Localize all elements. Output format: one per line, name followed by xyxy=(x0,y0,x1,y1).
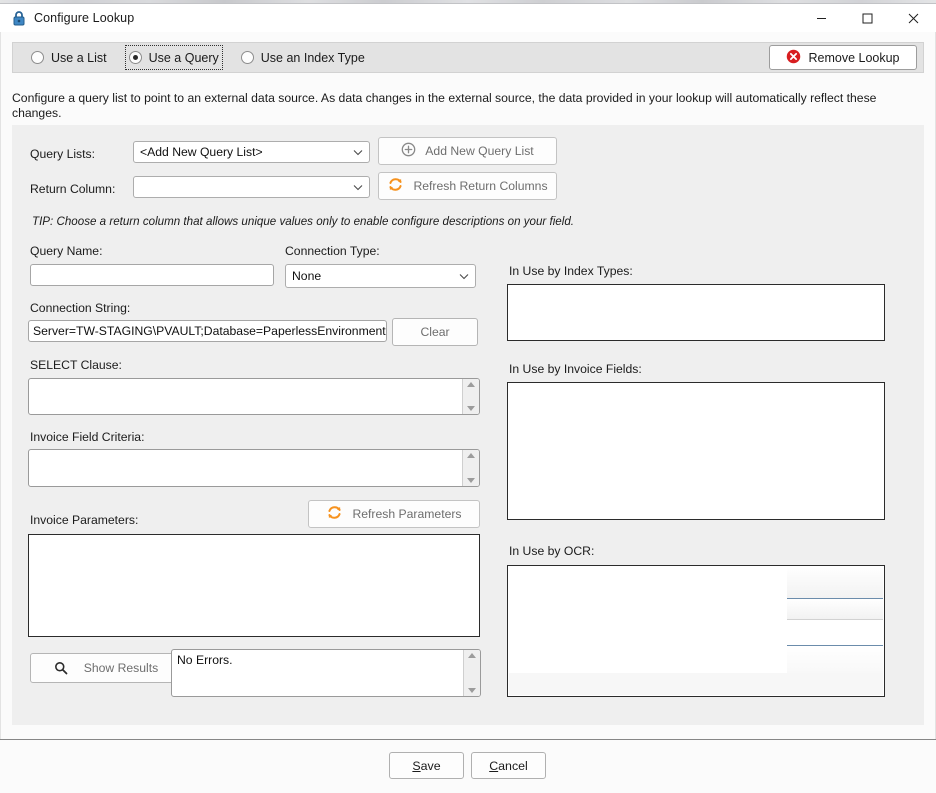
invoice-parameters-value xyxy=(29,535,479,541)
refresh-parameters-button[interactable]: Refresh Parameters xyxy=(308,500,480,528)
clear-label: Clear xyxy=(420,325,450,339)
remove-lookup-button[interactable]: Remove Lookup xyxy=(769,45,917,70)
footer-bar: Save Cancel xyxy=(0,740,936,793)
refresh-icon xyxy=(326,504,343,524)
connection-type-select[interactable]: None xyxy=(285,264,476,288)
radio-use-a-query[interactable]: Use a Query xyxy=(124,45,223,70)
show-results-button[interactable]: Show Results xyxy=(30,653,182,683)
errors-scrollbar[interactable] xyxy=(463,650,480,696)
save-accel-letter: S xyxy=(412,758,421,773)
search-icon xyxy=(54,661,68,675)
title-bar: Configure Lookup xyxy=(0,4,936,32)
return-column-select[interactable] xyxy=(133,176,370,198)
plus-circle-icon xyxy=(401,142,416,160)
configure-lookup-window: Configure Lookup Use a List Use a Query … xyxy=(0,0,936,793)
remove-lookup-label: Remove Lookup xyxy=(808,50,900,65)
in-use-by-index-types-list[interactable] xyxy=(507,284,885,341)
select-clause-scrollbar[interactable] xyxy=(462,379,479,414)
cancel-label-rest: ancel xyxy=(498,758,528,773)
ocr-render-artifact-footer xyxy=(509,673,883,695)
radio-circle-icon xyxy=(240,51,254,64)
select-clause-textarea[interactable] xyxy=(28,378,480,415)
add-new-query-list-label: Add New Query List xyxy=(425,144,534,158)
radio-use-an-index-type[interactable]: Use an Index Type xyxy=(237,45,369,70)
add-new-query-list-button[interactable]: Add New Query List xyxy=(378,137,557,165)
tip-text: TIP: Choose a return column that allows … xyxy=(32,215,574,228)
in-use-by-invoice-fields-label: In Use by Invoice Fields: xyxy=(509,362,642,376)
description-text: Configure a query list to point to an ex… xyxy=(12,91,877,120)
close-button[interactable] xyxy=(890,4,936,32)
lock-icon xyxy=(6,10,32,26)
invoice-field-criteria-scrollbar[interactable] xyxy=(462,450,479,486)
radio-use-a-list[interactable]: Use a List xyxy=(27,45,111,70)
save-label-rest: ave xyxy=(420,758,441,773)
in-use-by-ocr-list[interactable] xyxy=(507,565,885,697)
in-use-by-ocr-label: In Use by OCR: xyxy=(509,544,595,558)
refresh-return-columns-label: Refresh Return Columns xyxy=(413,179,548,193)
invoice-field-criteria-textarea[interactable] xyxy=(28,449,480,487)
return-column-label: Return Column: xyxy=(30,182,116,196)
scroll-down-icon[interactable] xyxy=(468,688,476,693)
in-use-by-index-types-label: In Use by Index Types: xyxy=(509,264,633,278)
scroll-up-icon[interactable] xyxy=(467,453,475,458)
window-controls xyxy=(798,4,936,32)
query-lists-label: Query Lists: xyxy=(30,147,96,161)
main-panel: Query Lists: <Add New Query List> Add Ne… xyxy=(12,125,924,725)
radio-circle-icon xyxy=(31,51,44,64)
errors-value: No Errors. xyxy=(177,653,233,667)
query-lists-value: <Add New Query List> xyxy=(140,145,263,159)
radio-label: Use a List xyxy=(51,50,107,65)
show-results-label: Show Results xyxy=(83,661,159,675)
lookup-type-toolbar: Use a List Use a Query Use an Index Type… xyxy=(12,42,924,73)
query-lists-select[interactable]: <Add New Query List> xyxy=(133,141,370,163)
scroll-up-icon[interactable] xyxy=(468,653,476,658)
in-use-by-invoice-fields-list[interactable] xyxy=(507,382,885,520)
invoice-parameters-label: Invoice Parameters: xyxy=(30,513,139,527)
select-clause-label: SELECT Clause: xyxy=(30,358,122,372)
chevron-down-icon xyxy=(353,180,363,194)
refresh-icon xyxy=(387,176,404,196)
invoice-parameters-list[interactable] xyxy=(28,534,480,637)
scroll-up-icon[interactable] xyxy=(467,382,475,387)
radio-label: Use an Index Type xyxy=(260,50,365,65)
save-button[interactable]: Save xyxy=(389,752,464,779)
window-left-border xyxy=(0,4,1,793)
window-title: Configure Lookup xyxy=(34,11,135,25)
invoice-field-criteria-label: Invoice Field Criteria: xyxy=(30,430,145,444)
radio-label: Use a Query xyxy=(148,50,219,65)
scroll-down-icon[interactable] xyxy=(467,478,475,483)
connection-string-label: Connection String: xyxy=(30,301,131,315)
error-circle-icon xyxy=(786,49,801,67)
connection-type-value: None xyxy=(292,269,322,283)
query-name-label: Query Name: xyxy=(30,244,103,258)
errors-textarea[interactable]: No Errors. xyxy=(171,649,481,697)
radio-circle-icon xyxy=(128,51,142,64)
chevron-down-icon xyxy=(459,269,469,283)
clear-button[interactable]: Clear xyxy=(392,318,478,346)
connection-string-input[interactable]: Server=TW-STAGING\PVAULT;Database=Paperl… xyxy=(28,320,387,342)
minimize-button[interactable] xyxy=(798,4,844,32)
query-name-input[interactable] xyxy=(30,264,274,286)
maximize-button[interactable] xyxy=(844,4,890,32)
select-clause-value[interactable] xyxy=(29,379,462,414)
invoice-field-criteria-value[interactable] xyxy=(29,450,462,486)
chevron-down-icon xyxy=(353,145,363,159)
cancel-button[interactable]: Cancel xyxy=(471,752,546,779)
refresh-return-columns-button[interactable]: Refresh Return Columns xyxy=(378,172,557,200)
scroll-down-icon[interactable] xyxy=(467,406,475,411)
cancel-accel-letter: C xyxy=(489,758,499,773)
connection-type-label: Connection Type: xyxy=(285,244,380,258)
refresh-parameters-label: Refresh Parameters xyxy=(352,507,462,521)
